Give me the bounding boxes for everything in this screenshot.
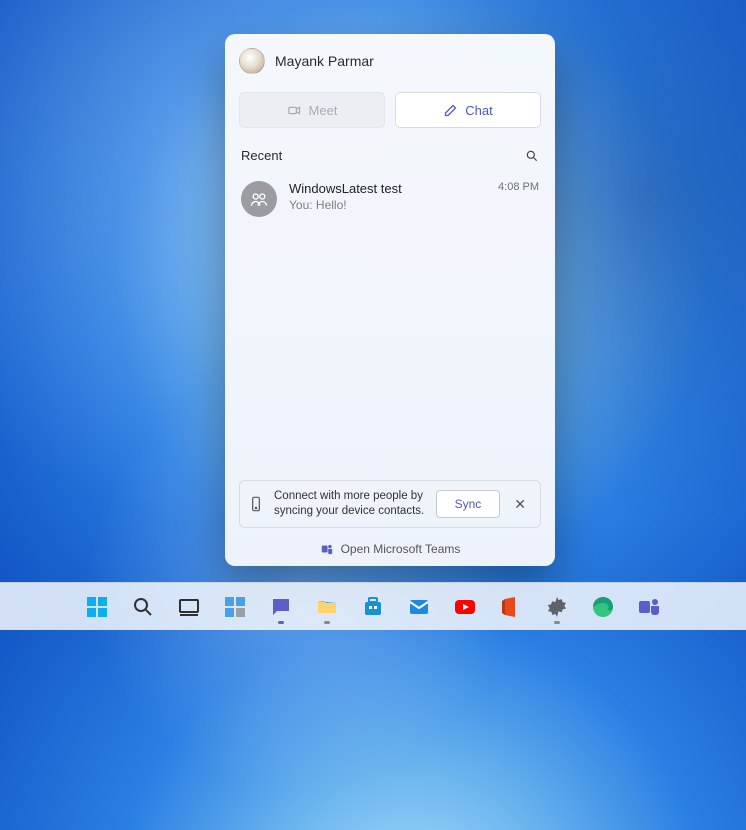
open-teams-link[interactable]: Open Microsoft Teams — [239, 538, 541, 558]
teams-icon — [320, 542, 334, 556]
chat-name: WindowsLatest test — [289, 181, 486, 196]
taskbar-search[interactable] — [123, 587, 163, 627]
taskbar-task-view[interactable] — [169, 587, 209, 627]
chat-preview: You: Hello! — [289, 198, 486, 212]
teams-icon — [637, 595, 661, 619]
youtube-icon — [453, 595, 477, 619]
teams-chat-flyout: Mayank Parmar Meet Chat Recent — [225, 34, 555, 566]
recent-list: WindowsLatest test You: Hello! 4:08 PM — [239, 173, 541, 480]
taskbar-youtube[interactable] — [445, 587, 485, 627]
sync-text: Connect with more people by syncing your… — [274, 489, 426, 519]
chat-text: WindowsLatest test You: Hello! — [289, 181, 486, 212]
taskbar-store[interactable] — [353, 587, 393, 627]
mail-icon — [407, 595, 431, 619]
meet-label: Meet — [309, 103, 338, 118]
folder-icon — [315, 595, 339, 619]
close-icon[interactable]: ✕ — [510, 496, 530, 513]
taskbar-teams[interactable] — [629, 587, 669, 627]
chat-time: 4:08 PM — [498, 181, 539, 193]
taskbar-settings[interactable] — [537, 587, 577, 627]
current-user-name: Mayank Parmar — [275, 53, 374, 69]
taskbar-office[interactable] — [491, 587, 531, 627]
taskbar-edge[interactable] — [583, 587, 623, 627]
edge-icon — [591, 595, 615, 619]
widgets-icon — [223, 595, 247, 619]
task-view-icon — [177, 595, 201, 619]
gear-icon — [545, 595, 569, 619]
recent-header-row: Recent — [239, 148, 541, 163]
sync-contacts-banner: Connect with more people by syncing your… — [239, 480, 541, 528]
store-icon — [361, 595, 385, 619]
meet-button[interactable]: Meet — [239, 92, 385, 128]
compose-icon — [443, 103, 458, 118]
group-avatar — [241, 181, 277, 217]
office-icon — [499, 595, 523, 619]
start-icon — [85, 595, 109, 619]
chat-label: Chat — [465, 103, 492, 118]
chat-icon — [269, 595, 293, 619]
recent-heading: Recent — [241, 148, 282, 163]
avatar — [239, 48, 265, 74]
action-row: Meet Chat — [239, 92, 541, 128]
phone-icon — [248, 496, 264, 512]
taskbar-start[interactable] — [77, 587, 117, 627]
taskbar-chat[interactable] — [261, 587, 301, 627]
taskbar-file-explorer[interactable] — [307, 587, 347, 627]
camera-icon — [287, 103, 302, 118]
current-user-row[interactable]: Mayank Parmar — [239, 48, 541, 74]
taskbar-widgets[interactable] — [215, 587, 255, 627]
taskbar-mail[interactable] — [399, 587, 439, 627]
open-teams-label: Open Microsoft Teams — [341, 542, 461, 556]
sync-button[interactable]: Sync — [436, 490, 501, 518]
search-icon[interactable] — [525, 149, 539, 163]
chat-list-item[interactable]: WindowsLatest test You: Hello! 4:08 PM — [239, 173, 541, 225]
search-icon — [131, 595, 155, 619]
taskbar — [0, 582, 746, 630]
chat-button[interactable]: Chat — [395, 92, 541, 128]
